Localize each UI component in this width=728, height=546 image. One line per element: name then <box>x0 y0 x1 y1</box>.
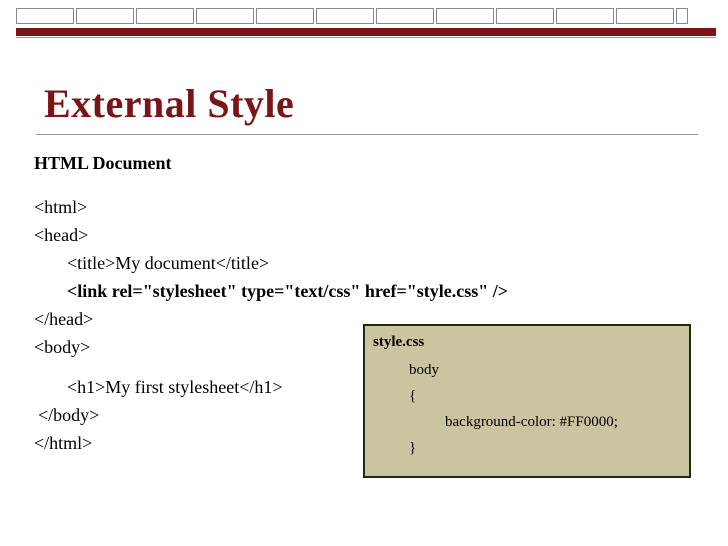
css-file-box: style.css body { background-color: #FF00… <box>363 324 691 478</box>
code-line: <html> <box>34 197 88 217</box>
header-block <box>256 8 314 24</box>
css-line: } <box>409 440 417 456</box>
header-block <box>616 8 674 24</box>
slide-subtitle: HTML Document <box>34 153 172 173</box>
css-box-title: style.css <box>373 334 425 350</box>
title-divider <box>36 134 698 135</box>
slide-title: External Style <box>44 81 295 126</box>
header-block <box>136 8 194 24</box>
header-block <box>436 8 494 24</box>
header-block <box>16 8 74 24</box>
header-stripe <box>16 28 716 38</box>
code-line: </head> <box>34 309 94 329</box>
header-block <box>676 8 688 24</box>
css-line: background-color: #FF0000; <box>445 414 618 430</box>
code-line: <link rel="stylesheet" type="text/css" h… <box>67 281 509 301</box>
header-block <box>76 8 134 24</box>
code-line: </body> <box>38 405 100 425</box>
header-block <box>376 8 434 24</box>
css-line: body <box>409 362 439 378</box>
code-line: <h1>My first stylesheet</h1> <box>67 377 283 397</box>
code-line: <title>My document</title> <box>67 253 270 273</box>
code-line: </html> <box>34 433 93 453</box>
slide-header-bar <box>16 8 716 38</box>
header-block <box>496 8 554 24</box>
header-block <box>316 8 374 24</box>
css-line: { <box>409 388 417 404</box>
header-block <box>556 8 614 24</box>
header-block <box>196 8 254 24</box>
code-line: <body> <box>34 337 91 357</box>
code-line: <head> <box>34 225 89 245</box>
